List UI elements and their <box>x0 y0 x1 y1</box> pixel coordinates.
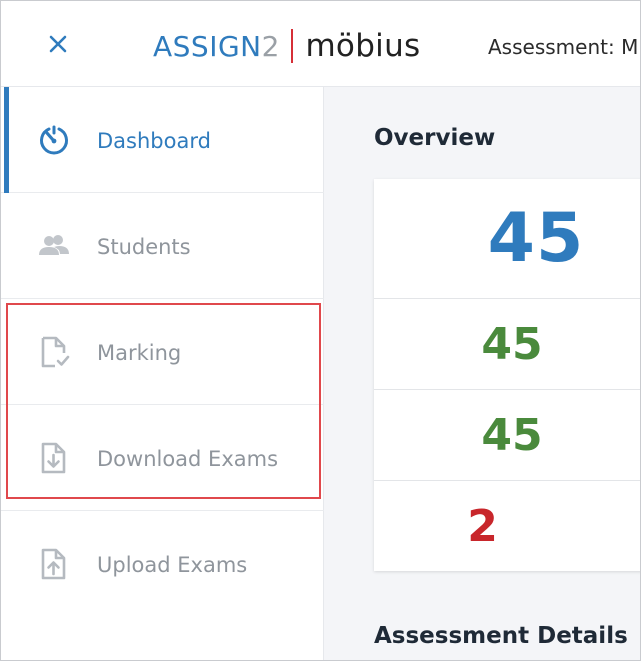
sidebar-item-label: Dashboard <box>97 129 211 153</box>
assessment-title: Assessment: M <box>488 35 639 59</box>
logo-mobius-text: möbius <box>305 28 421 64</box>
sidebar-item-label: Marking <box>97 341 182 365</box>
sidebar: Dashboard Students Marking Download Exam… <box>1 87 324 660</box>
people-icon <box>37 229 71 263</box>
sidebar-item-dashboard[interactable]: Dashboard <box>1 87 324 193</box>
logo-divider <box>291 29 294 63</box>
stat-total: 45 <box>374 179 640 299</box>
close-icon[interactable] <box>45 31 71 57</box>
logo-assign-text: ASSIGN <box>153 29 262 63</box>
file-check-icon <box>37 335 71 369</box>
stat-row-value: 45 <box>481 409 543 461</box>
sidebar-item-marking[interactable]: Marking <box>1 299 324 405</box>
sidebar-item-students[interactable]: Students <box>1 193 324 299</box>
stat-row: 45 <box>374 299 640 390</box>
sidebar-item-download-exams[interactable]: Download Exams <box>1 405 324 511</box>
sidebar-item-label: Download Exams <box>97 447 279 471</box>
logo-two-text: 2 <box>261 29 280 63</box>
overview-heading: Overview <box>374 125 496 151</box>
stat-row-value: 2 <box>467 500 498 552</box>
sidebar-item-upload-exams[interactable]: Upload Exams <box>1 511 324 617</box>
stat-row-value: 45 <box>481 318 543 370</box>
timer-icon <box>37 123 71 157</box>
sidebar-item-label: Students <box>97 235 191 259</box>
assessment-details-heading: Assessment Details <box>374 623 628 649</box>
file-download-icon <box>37 441 71 475</box>
overview-card: 45 45 45 2 <box>374 179 640 571</box>
top-bar: ASSIGN 2 möbius Assessment: M <box>1 1 640 87</box>
sidebar-item-label: Upload Exams <box>97 553 248 577</box>
stat-total-value: 45 <box>487 199 585 278</box>
brand-logo: ASSIGN 2 möbius <box>153 25 421 67</box>
stat-row: 45 <box>374 390 640 481</box>
app-window: ASSIGN 2 möbius Assessment: M Dashboard <box>0 0 641 661</box>
file-upload-icon <box>37 547 71 581</box>
stat-row: 2 <box>374 481 640 571</box>
main-content: Overview 45 45 45 2 Assessment Details <box>324 87 640 660</box>
